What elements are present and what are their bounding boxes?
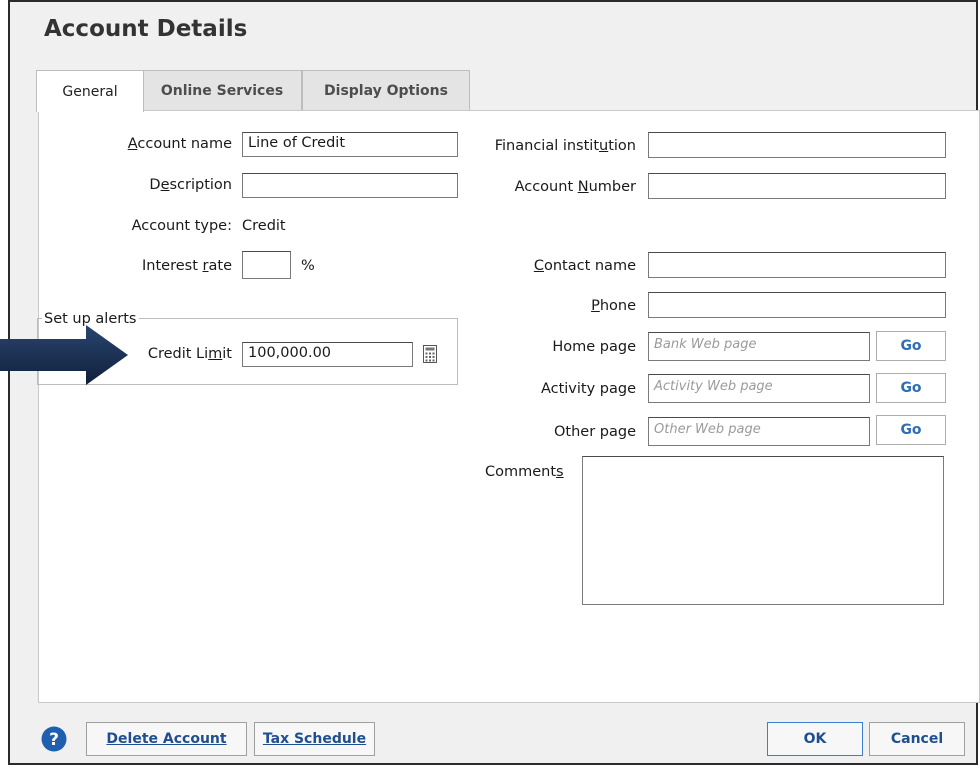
account-type-label: Account type:: [131, 218, 232, 234]
help-icon[interactable]: ?: [41, 726, 67, 752]
other-page-field[interactable]: Other Web page: [648, 417, 870, 446]
account-type-value: Credit: [242, 218, 286, 234]
delete-account-button[interactable]: Delete Account: [86, 722, 247, 756]
pointer-arrow-icon: [0, 325, 128, 385]
activity-page-field[interactable]: Activity Web page: [648, 374, 870, 403]
phone-field[interactable]: [648, 292, 946, 318]
account-name-field[interactable]: Line of Credit: [242, 132, 458, 157]
tax-schedule-button[interactable]: Tax Schedule: [254, 722, 375, 756]
contact-name-field[interactable]: [648, 252, 946, 278]
interest-rate-field[interactable]: [242, 251, 291, 279]
financial-institution-label: Financial institution: [494, 138, 636, 154]
description-label: Description: [149, 177, 232, 193]
tab-display-options[interactable]: Display Options: [302, 70, 470, 110]
account-number-field[interactable]: [648, 173, 946, 199]
dialog-title: Account Details: [44, 16, 248, 42]
tax-schedule-label: Tax Schedule: [262, 731, 367, 747]
interest-rate-label: Interest rate: [142, 258, 232, 274]
phone-label: Phone: [591, 298, 636, 314]
tab-online-services[interactable]: Online Services: [142, 70, 302, 110]
contact-name-label: Contact name: [533, 258, 636, 274]
other-page-label: Other page: [554, 424, 636, 440]
account-number-label: Account Number: [514, 179, 636, 195]
home-page-field[interactable]: Bank Web page: [648, 332, 870, 361]
ok-button[interactable]: OK: [767, 722, 863, 756]
activity-page-go-button[interactable]: Go: [876, 373, 946, 403]
comments-label: Comments: [485, 464, 564, 480]
account-name-label: Account name: [127, 136, 232, 152]
description-field[interactable]: [242, 173, 458, 198]
svg-text:?: ?: [49, 730, 59, 750]
home-page-go-button[interactable]: Go: [876, 331, 946, 361]
credit-limit-label: Credit Limit: [147, 346, 232, 362]
activity-page-label: Activity page: [540, 381, 636, 397]
tab-general[interactable]: General: [36, 70, 144, 112]
other-page-go-button[interactable]: Go: [876, 415, 946, 445]
delete-account-label: Delete Account: [106, 731, 227, 747]
calculator-icon[interactable]: [423, 345, 437, 363]
financial-institution-field[interactable]: [648, 132, 946, 158]
comments-textarea[interactable]: [582, 456, 944, 605]
home-page-label: Home page: [552, 339, 636, 355]
cancel-button[interactable]: Cancel: [869, 722, 965, 756]
percent-sign: %: [301, 258, 315, 274]
credit-limit-field[interactable]: 100,000.00: [242, 342, 413, 367]
